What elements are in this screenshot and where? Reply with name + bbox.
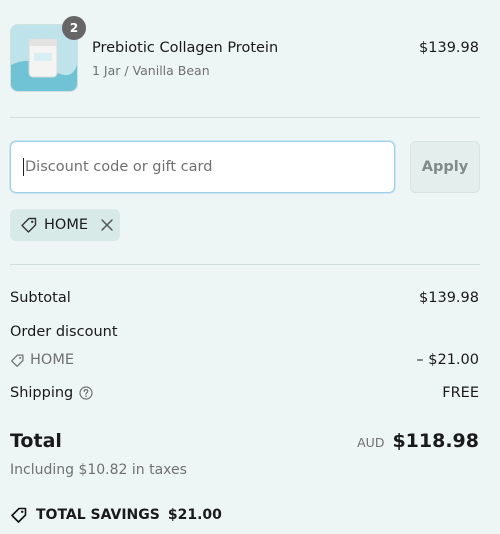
- applied-discount-chip: HOME: [10, 209, 120, 241]
- tax-note: Including $10.82 in taxes: [10, 462, 187, 478]
- apply-button[interactable]: Apply: [410, 141, 480, 193]
- discount-value: – $21.00: [416, 352, 479, 368]
- savings-label: TOTAL SAVINGS: [36, 507, 160, 523]
- tag-icon: [10, 506, 28, 524]
- discount-code-input[interactable]: Discount code or gift card: [10, 141, 395, 193]
- tag-icon: [10, 353, 25, 368]
- product-price: $139.98: [419, 40, 479, 56]
- discount-code-text: HOME: [30, 352, 74, 368]
- product-name: Prebiotic Collagen Protein: [92, 40, 279, 56]
- savings-value: $21.00: [167, 507, 222, 523]
- text-caret: [23, 158, 24, 176]
- tag-icon: [20, 216, 38, 234]
- divider: [10, 264, 480, 265]
- shipping-row: Shipping: [10, 385, 93, 401]
- currency-code: AUD: [357, 435, 385, 450]
- subtotal-label: Subtotal: [10, 290, 71, 306]
- subtotal-value: $139.98: [419, 290, 479, 306]
- discount-placeholder: Discount code or gift card: [25, 159, 213, 175]
- question-circle-icon[interactable]: [79, 386, 93, 400]
- discount-code-row: HOME: [10, 352, 74, 368]
- close-icon[interactable]: [100, 218, 114, 232]
- order-discount-label: Order discount: [10, 324, 118, 340]
- applied-discount-code: HOME: [44, 217, 88, 233]
- total-amount: AUD $118.98: [357, 430, 479, 452]
- total-label: Total: [10, 430, 62, 452]
- divider: [10, 117, 480, 118]
- total-savings: TOTAL SAVINGS $21.00: [10, 506, 222, 524]
- shipping-label: Shipping: [10, 385, 74, 401]
- shipping-value: FREE: [442, 385, 479, 401]
- quantity-badge: 2: [62, 16, 86, 40]
- product-variant: 1 Jar / Vanilla Bean: [92, 63, 210, 78]
- total-value: $118.98: [392, 430, 479, 452]
